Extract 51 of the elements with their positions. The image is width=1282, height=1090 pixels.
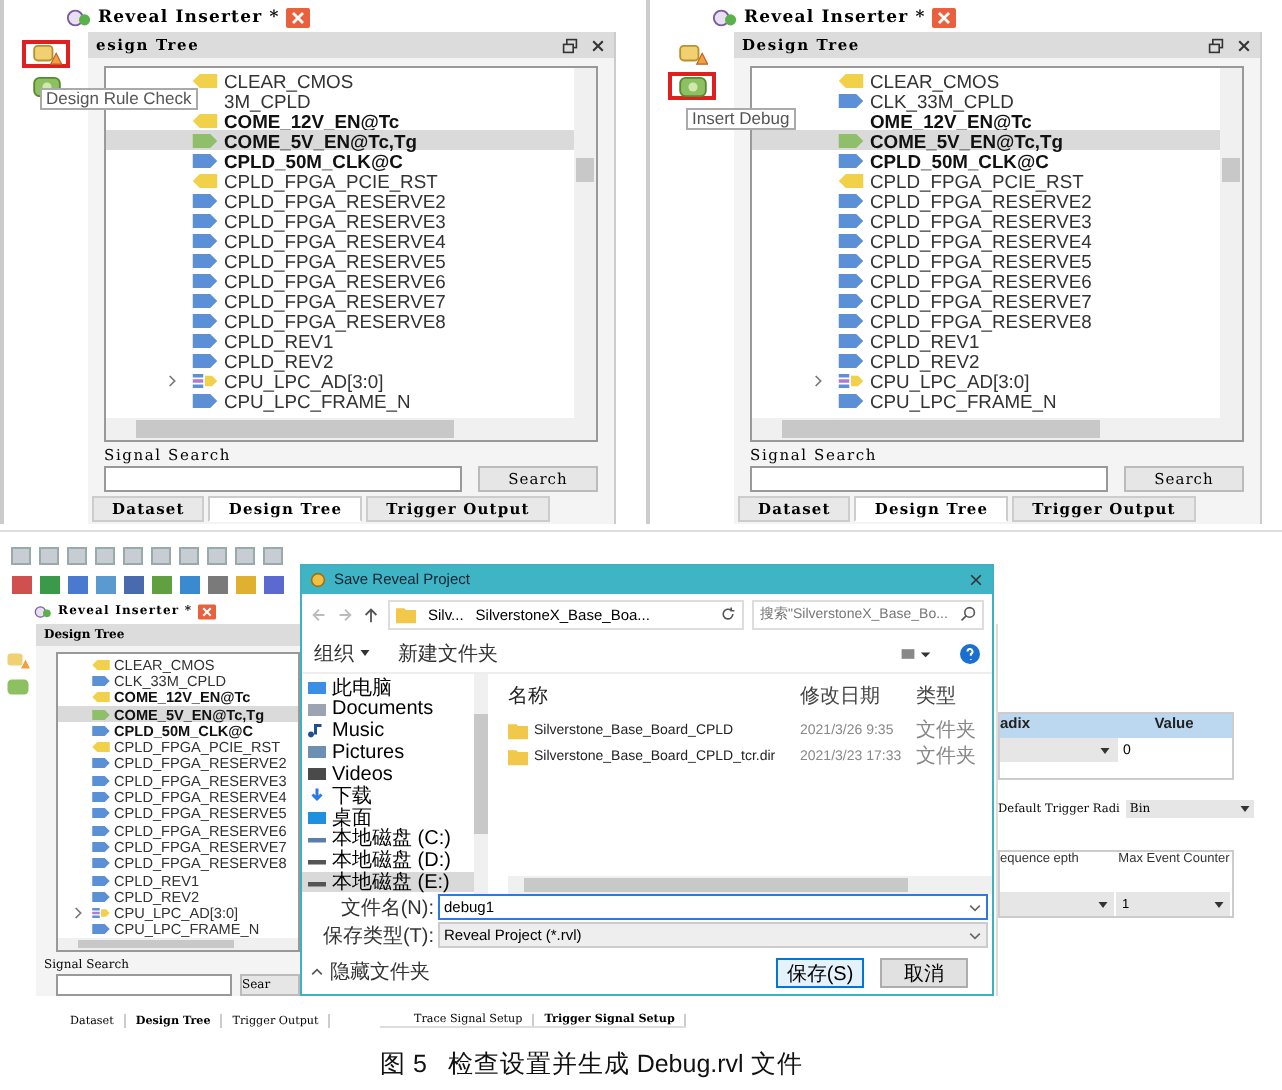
- field-label: 文件名(N):: [338, 895, 434, 922]
- file-type: 文件夹: [916, 743, 978, 770]
- tab-title: Reveal Inserter *: [98, 8, 280, 28]
- signal-name: CPLD_FPGA_RESERVE7: [870, 289, 1092, 311]
- signal-name: CPU_LPC_AD[3:0]: [224, 369, 384, 391]
- signal-name: CLEAR_CMOS: [224, 69, 354, 91]
- signal-name: CPU_LPC_AD[3:0]: [870, 369, 1030, 391]
- signal-name: COME_12V_EN@Tc: [224, 109, 400, 131]
- nav-label: Music: [332, 720, 385, 742]
- tooltip: Insert Debug: [686, 108, 796, 130]
- file-type: 文件夹: [916, 717, 978, 744]
- signal-name: COME_5V_EN@Tc,Tg: [870, 129, 1063, 151]
- signal-name: CPLD_FPGA_RESERVE4: [870, 229, 1092, 251]
- signal-name: CPLD_REV2: [224, 349, 334, 371]
- signal-name: CPLD_FPGA_PCIE_RST: [224, 169, 438, 191]
- nav-label: 下载: [332, 783, 372, 808]
- signal-name: COME_5V_EN@Tc,Tg: [224, 129, 417, 151]
- signal-name: CPLD_REV2: [870, 349, 980, 371]
- figure-caption: 图 5 检查设置并生成 Debug.rvl 文件: [378, 1048, 805, 1082]
- signal-name: CPLD_FPGA_RESERVE5: [224, 249, 446, 271]
- signal-name: CPLD_FPGA_RESERVE6: [224, 269, 446, 291]
- signal-name: CPU_LPC_FRAME_N: [870, 389, 1057, 411]
- nav-label: 本地磁盘 (C:): [332, 827, 451, 852]
- signal-name: CPLD_REV1: [224, 329, 334, 351]
- nav-label: 本地磁盘 (D:): [332, 849, 451, 873]
- signal-name: CPLD_50M_CLK@C: [224, 149, 403, 171]
- signal-name: CPLD_FPGA_RESERVE2: [870, 189, 1092, 211]
- signal-name: CLEAR_CMOS: [870, 69, 1000, 91]
- tooltip: Design Rule Check: [40, 88, 198, 110]
- field-label: 保存类型(T):: [322, 923, 434, 950]
- signal-name: CPLD_FPGA_RESERVE2: [224, 189, 446, 211]
- nav-label: 本地磁盘 (E:): [332, 871, 450, 897]
- signal-name: CPLD_50M_CLK@C: [870, 149, 1049, 171]
- signal-name: CLK_33M_CPLD: [870, 89, 1014, 111]
- nav-label: Documents: [332, 698, 434, 721]
- signal-name: CPLD_REV1: [870, 329, 980, 351]
- tab-title: Reveal Inserter *: [744, 8, 926, 28]
- signal-name: CPLD_FPGA_RESERVE7: [224, 289, 446, 311]
- signal-name: CPLD_FPGA_PCIE_RST: [870, 169, 1084, 191]
- signal-name: CPLD_FPGA_RESERVE3: [224, 209, 446, 231]
- signal-name: CPLD_FPGA_RESERVE5: [870, 249, 1092, 271]
- nav-label: 桌面: [332, 805, 372, 830]
- nav-label: 此电脑: [332, 675, 392, 700]
- nav-label: Pictures: [332, 741, 405, 764]
- signal-name: CPLD_FPGA_RESERVE8: [224, 309, 446, 331]
- signal-name: CPLD_FPGA_RESERVE4: [224, 229, 446, 251]
- signal-name: CPU_LPC_FRAME_N: [224, 389, 411, 411]
- signal-name: CPLD_FPGA_RESERVE8: [870, 309, 1092, 331]
- nav-label: Videos: [332, 763, 393, 786]
- signal-name: CPLD_FPGA_RESERVE3: [870, 209, 1092, 231]
- signal-name: CPLD_FPGA_RESERVE6: [870, 269, 1092, 291]
